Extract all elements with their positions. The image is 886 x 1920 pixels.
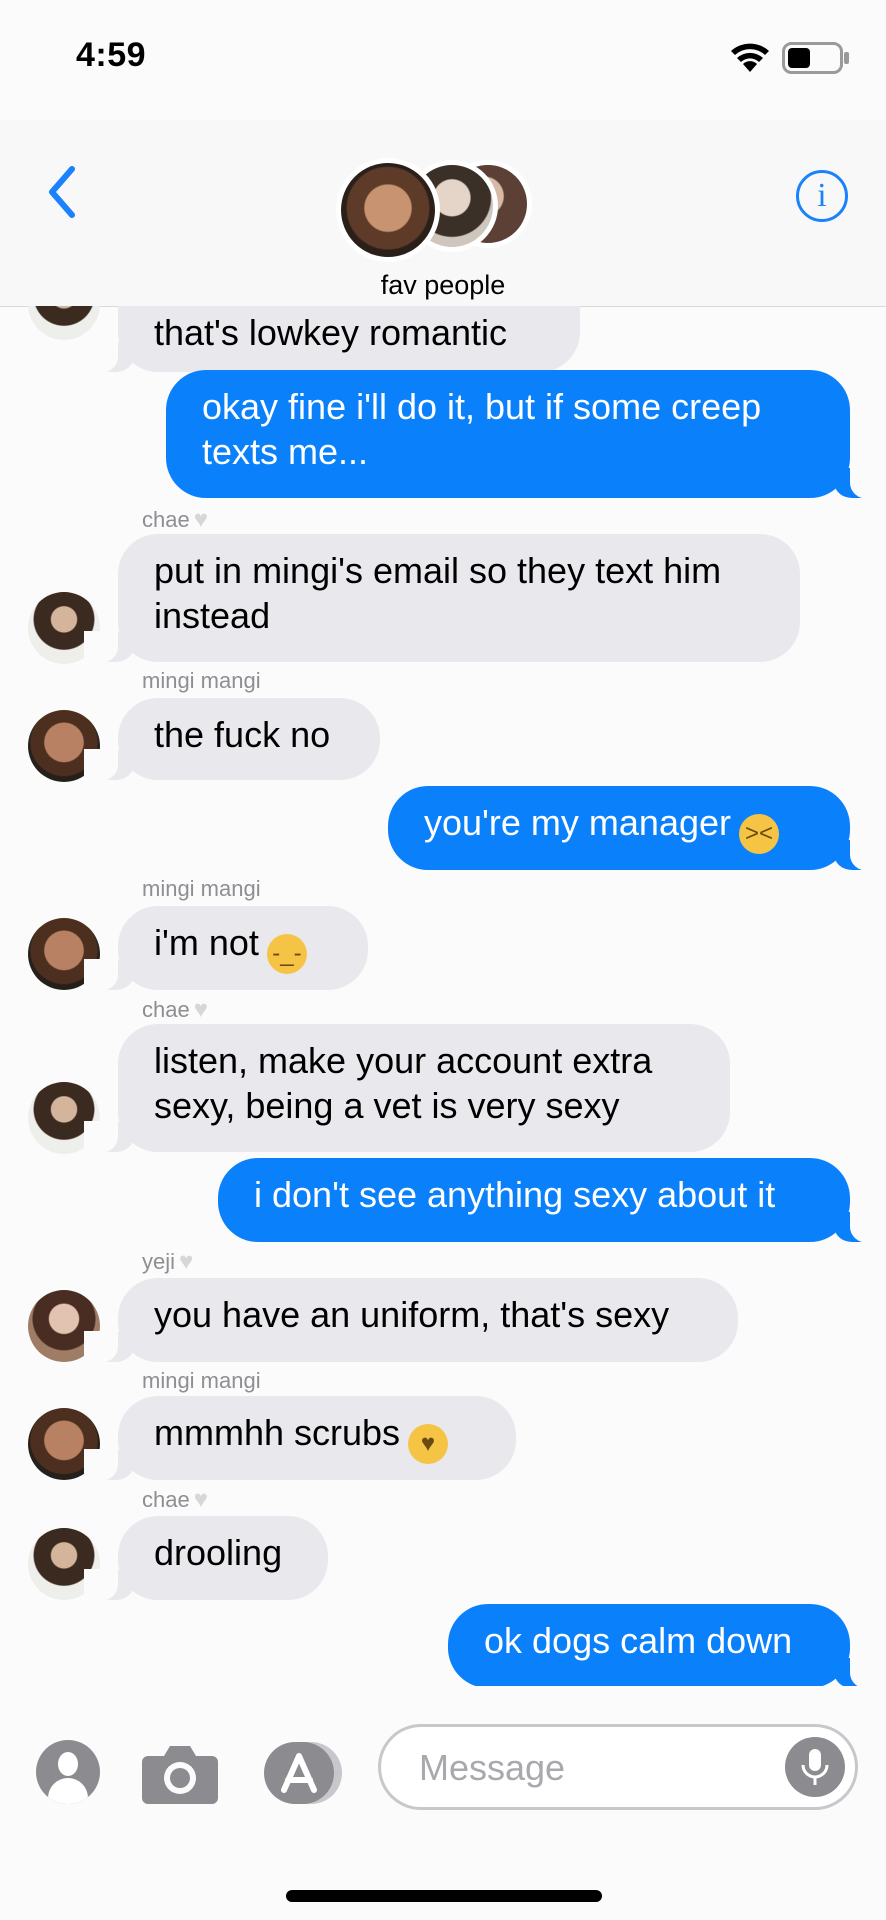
message-text: you're my manager (424, 802, 732, 843)
back-chevron-icon[interactable] (44, 163, 80, 221)
microphone-glyph (801, 1749, 829, 1785)
member-avatar (336, 158, 440, 262)
group-avatar-stack[interactable] (336, 158, 536, 262)
heart-icon: ♥ (193, 506, 208, 533)
message-text: i don't see anything sexy about it (254, 1174, 776, 1215)
message-bubble-incoming[interactable]: the fuck no (84, 698, 380, 781)
sender-name: chae ♥ (142, 996, 208, 1023)
app-store-icon[interactable] (262, 1740, 344, 1806)
sender-avatar (28, 306, 100, 340)
contact-icon-body (48, 1778, 88, 1804)
message-text: you have an uniform, that's sexy (154, 1294, 670, 1335)
message-bubble-incoming[interactable]: that's lowkey romantic (84, 306, 580, 373)
sender-name: chae ♥ (142, 1486, 208, 1513)
message-text: i'm not (154, 922, 259, 963)
contact-icon[interactable] (36, 1740, 100, 1804)
message-input[interactable]: Message (378, 1724, 858, 1810)
message-bubble-outgoing[interactable]: ok dogs calm down (448, 1604, 884, 1686)
info-icon[interactable]: i (796, 170, 848, 222)
raised-eyebrow-emoji: -_- (266, 934, 307, 974)
heart-icon: ♥ (193, 1486, 208, 1513)
message-text: that's lowkey romantic (154, 312, 508, 353)
message-text: drooling (154, 1532, 283, 1573)
battery-icon (782, 42, 849, 74)
sender-name: mingi mangi (142, 1368, 261, 1393)
contact-icon-head (58, 1752, 78, 1776)
message-bubble-outgoing[interactable]: i don't see anything sexy about it (218, 1158, 884, 1243)
message-bubble-incoming[interactable]: mmmhh scrubs ♥ (84, 1396, 516, 1481)
sender-name: yeji ♥ (142, 1248, 194, 1275)
status-time: 4:59 (76, 36, 147, 74)
message-text: the fuck no (154, 714, 331, 755)
message-bubble-incoming[interactable]: you have an uniform, that's sexy (84, 1278, 738, 1363)
camera-icon[interactable] (140, 1742, 220, 1804)
microphone-icon[interactable] (785, 1737, 845, 1797)
message-text: listen, make your account extra sexy, be… (154, 1040, 653, 1126)
message-thread[interactable]: that's lowkey romantic okay fine i'll do… (0, 306, 886, 1686)
message-bubble-incoming[interactable]: listen, make your account extra sexy, be… (84, 1024, 730, 1153)
wifi-icon (731, 43, 769, 72)
message-bubble-incoming[interactable]: i'm not -_- (84, 906, 368, 991)
message-bubble-outgoing[interactable]: okay fine i'll do it, but if some creep … (166, 370, 884, 499)
message-text: put in mingi's email so they text him in… (154, 550, 722, 636)
home-indicator (286, 1890, 602, 1902)
group-name[interactable]: fav people (0, 270, 886, 301)
sender-name: mingi mangi (142, 876, 261, 901)
message-text: okay fine i'll do it, but if some creep … (202, 386, 762, 472)
message-bubble-incoming[interactable]: put in mingi's email so they text him in… (84, 534, 800, 663)
heart-icon: ♥ (179, 1248, 194, 1275)
sender-name: chae ♥ (142, 506, 208, 533)
message-text: ok dogs calm down (484, 1620, 793, 1661)
heart-icon: ♥ (193, 996, 208, 1023)
tired-face-emoji: >< (739, 814, 780, 854)
message-bubble-incoming[interactable]: drooling (84, 1516, 328, 1601)
smiling-face-with-hearts-emoji: ♥ (408, 1424, 449, 1464)
sender-name: mingi mangi (142, 668, 261, 693)
message-bubble-outgoing[interactable]: you're my manager >< (388, 786, 884, 871)
message-placeholder: Message (419, 1747, 566, 1788)
message-text: mmmhh scrubs (154, 1412, 401, 1453)
